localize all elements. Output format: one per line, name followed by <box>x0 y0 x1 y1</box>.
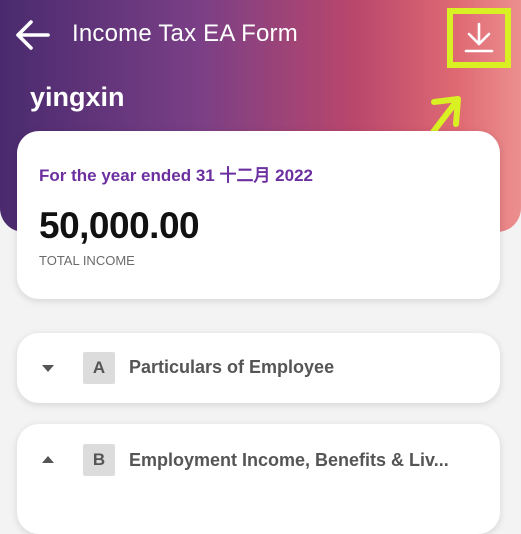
arrow-left-icon <box>16 20 50 50</box>
caret-up-icon <box>42 456 54 463</box>
user-name: yingxin <box>30 82 125 112</box>
section-a-header[interactable]: A Particulars of Employee <box>17 333 500 403</box>
year-ended-label: For the year ended 31 十二月 2022 <box>39 166 313 185</box>
section-letter-badge: B <box>83 444 115 476</box>
section-b-title: Employment Income, Benefits & Liv... <box>129 450 449 470</box>
download-icon <box>464 22 494 53</box>
income-summary-card: For the year ended 31 十二月 2022 50,000.00… <box>17 131 500 299</box>
total-income-amount: 50,000.00 <box>39 205 200 246</box>
section-b-header[interactable]: B Employment Income, Benefits & Liv... <box>17 424 500 534</box>
total-income-label: TOTAL INCOME <box>39 253 135 268</box>
caret-down-icon <box>42 365 54 372</box>
section-a-title: Particulars of Employee <box>129 357 335 377</box>
download-button[interactable] <box>447 8 511 68</box>
page-title: Income Tax EA Form <box>72 20 298 47</box>
back-button[interactable] <box>14 18 52 52</box>
section-letter-badge: A <box>83 352 115 384</box>
